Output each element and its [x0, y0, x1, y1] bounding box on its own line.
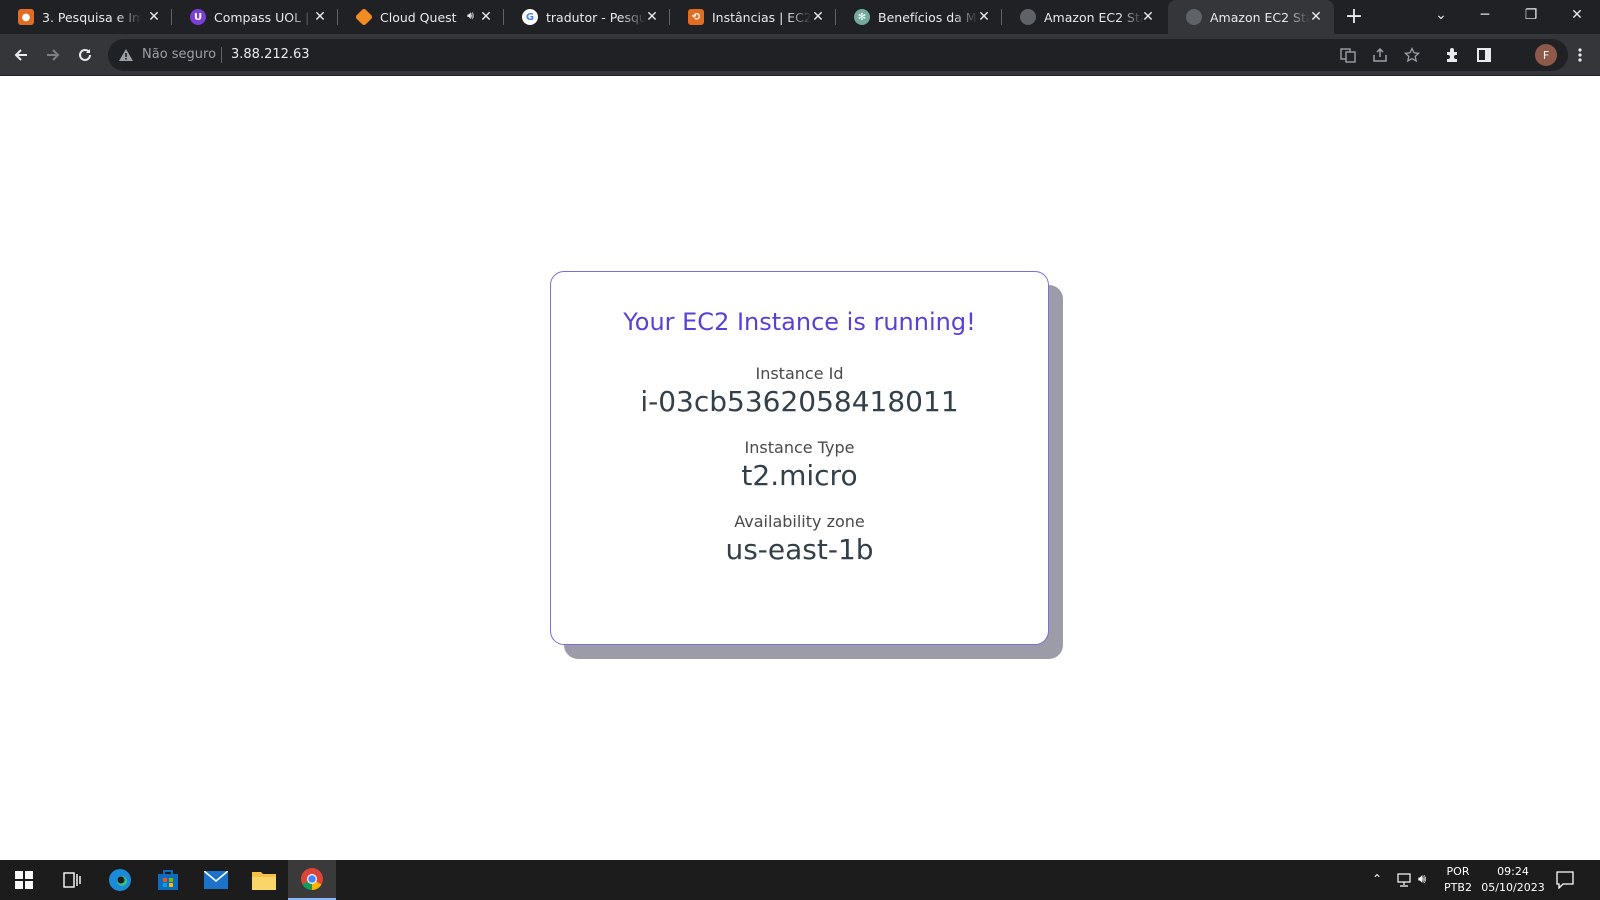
globe-icon — [1020, 9, 1036, 25]
minimize-icon[interactable]: ─ — [1462, 0, 1508, 30]
url-text[interactable]: 3.88.212.63 — [231, 47, 310, 62]
bookmark-star-icon[interactable] — [1403, 46, 1421, 67]
clock[interactable]: 09:24 05/10/2023 — [1478, 864, 1548, 896]
mail-icon[interactable] — [192, 860, 240, 900]
volume-icon[interactable]: 🔊︎ — [1418, 872, 1426, 887]
network-icon[interactable] — [1396, 872, 1412, 891]
close-tab-icon[interactable]: ✕ — [810, 9, 826, 25]
chrome-icon[interactable] — [288, 860, 336, 900]
omnibox-divider — [221, 47, 222, 63]
chatgpt-icon: ✻ — [854, 9, 870, 25]
back-icon[interactable] — [6, 40, 36, 70]
close-tab-icon[interactable]: ✕ — [976, 9, 992, 25]
tab-title: Amazon EC2 Status — [1210, 9, 1310, 25]
google-icon: G — [522, 9, 538, 25]
speaker-icon[interactable]: 🔊︎ — [467, 9, 474, 23]
warning-icon[interactable] — [118, 47, 134, 67]
instance-type-label: Instance Type — [744, 438, 855, 457]
tab-compass-uol[interactable]: U Compass UOL | Ud ✕ — [172, 0, 338, 34]
instance-id-value: i-03cb5362058418011 — [640, 385, 959, 418]
close-tab-icon[interactable]: ✕ — [1140, 9, 1156, 25]
clock-time: 09:24 — [1497, 865, 1529, 878]
close-tab-icon[interactable]: ✕ — [146, 9, 162, 25]
tab-title: Cloud Quest — [380, 9, 457, 25]
globe-icon — [1186, 9, 1202, 25]
instance-id-label: Instance Id — [755, 364, 844, 383]
cube-icon — [354, 7, 374, 27]
share-icon[interactable] — [1372, 47, 1388, 67]
menu-kebab-icon[interactable] — [1565, 40, 1595, 70]
tab-amazon-ec2-status-active[interactable]: Amazon EC2 Status ✕ — [1168, 0, 1334, 34]
tab-beneficios[interactable]: ✻ Benefícios da Mod ✕ — [836, 0, 1002, 34]
windows-start-icon[interactable] — [0, 860, 48, 900]
tab-title: Benefícios da Mod — [878, 9, 978, 25]
instance-type-block: Instance Type t2.micro — [551, 438, 1048, 492]
status-card: Your EC2 Instance is running! Instance I… — [550, 271, 1049, 645]
notifications-icon[interactable] — [1556, 871, 1574, 893]
tab-cloud-quest[interactable]: Cloud Quest 🔊︎ ✕ — [338, 0, 504, 34]
reload-icon[interactable] — [70, 40, 100, 70]
tray-chevron-up-icon[interactable]: ⌃ — [1372, 872, 1382, 886]
orange-person-icon: ● — [18, 9, 34, 25]
file-explorer-icon[interactable] — [240, 860, 288, 900]
tab-pesquisa[interactable]: ● 3. Pesquisa e Imple ✕ — [0, 0, 172, 34]
profile-avatar[interactable]: F — [1535, 44, 1557, 66]
translate-icon[interactable] — [1340, 47, 1356, 67]
tab-title: Amazon EC2 Status — [1044, 9, 1144, 25]
tab-search-chevron-icon[interactable]: ⌄ — [1418, 0, 1464, 30]
address-bar[interactable]: Não seguro 3.88.212.63 — [108, 39, 1568, 71]
page-title: Your EC2 Instance is running! — [623, 308, 976, 336]
availability-zone-value: us-east-1b — [725, 533, 874, 566]
task-view-icon[interactable] — [48, 860, 96, 900]
udemy-icon: U — [190, 9, 206, 25]
keyboard-layout: PTB2 — [1444, 881, 1472, 894]
restore-icon[interactable]: ❐ — [1508, 0, 1554, 30]
tab-strip: ● 3. Pesquisa e Imple ✕ U Compass UOL | … — [0, 0, 1600, 34]
close-tab-icon[interactable]: ✕ — [1308, 9, 1324, 25]
tab-instancias-ec2[interactable]: ⟲ Instâncias | EC2 | u ✕ — [670, 0, 836, 34]
tab-title: tradutor - Pesquisa — [546, 9, 646, 25]
ec2-icon: ⟲ — [688, 9, 704, 25]
side-panel-icon[interactable] — [1469, 40, 1499, 70]
forward-icon[interactable] — [38, 40, 68, 70]
tab-title: Instâncias | EC2 | u — [712, 9, 812, 25]
browser-toolbar: Não seguro 3.88.212.63 F — [0, 34, 1600, 76]
page-content: Your EC2 Instance is running! Instance I… — [0, 77, 1600, 860]
clock-date: 05/10/2023 — [1481, 881, 1545, 894]
language-code: POR — [1446, 865, 1470, 878]
tab-amazon-ec2-status[interactable]: Amazon EC2 Status ✕ — [1002, 0, 1166, 34]
tab-title: Compass UOL | Ud — [214, 9, 314, 25]
edge-icon[interactable] — [96, 860, 144, 900]
close-tab-icon[interactable]: ✕ — [644, 9, 660, 25]
new-tab-button[interactable]: + — [1342, 5, 1366, 29]
close-tab-icon[interactable]: ✕ — [312, 9, 328, 25]
availability-zone-label: Availability zone — [734, 512, 865, 531]
security-label[interactable]: Não seguro — [142, 47, 216, 62]
tab-title: 3. Pesquisa e Imple — [42, 9, 142, 25]
windows-taskbar: ⌃ 🔊︎ POR PTB2 09:24 05/10/2023 — [0, 860, 1600, 900]
close-tab-icon[interactable]: ✕ — [478, 9, 494, 25]
language-indicator[interactable]: POR PTB2 — [1440, 864, 1476, 896]
instance-id-block: Instance Id i-03cb5362058418011 — [551, 364, 1048, 418]
store-icon[interactable] — [144, 860, 192, 900]
extensions-icon[interactable] — [1437, 40, 1467, 70]
availability-zone-block: Availability zone us-east-1b — [551, 512, 1048, 566]
instance-type-value: t2.micro — [741, 459, 858, 492]
close-window-icon[interactable]: ✕ — [1554, 0, 1600, 30]
tab-tradutor[interactable]: G tradutor - Pesquisa ✕ — [504, 0, 670, 34]
